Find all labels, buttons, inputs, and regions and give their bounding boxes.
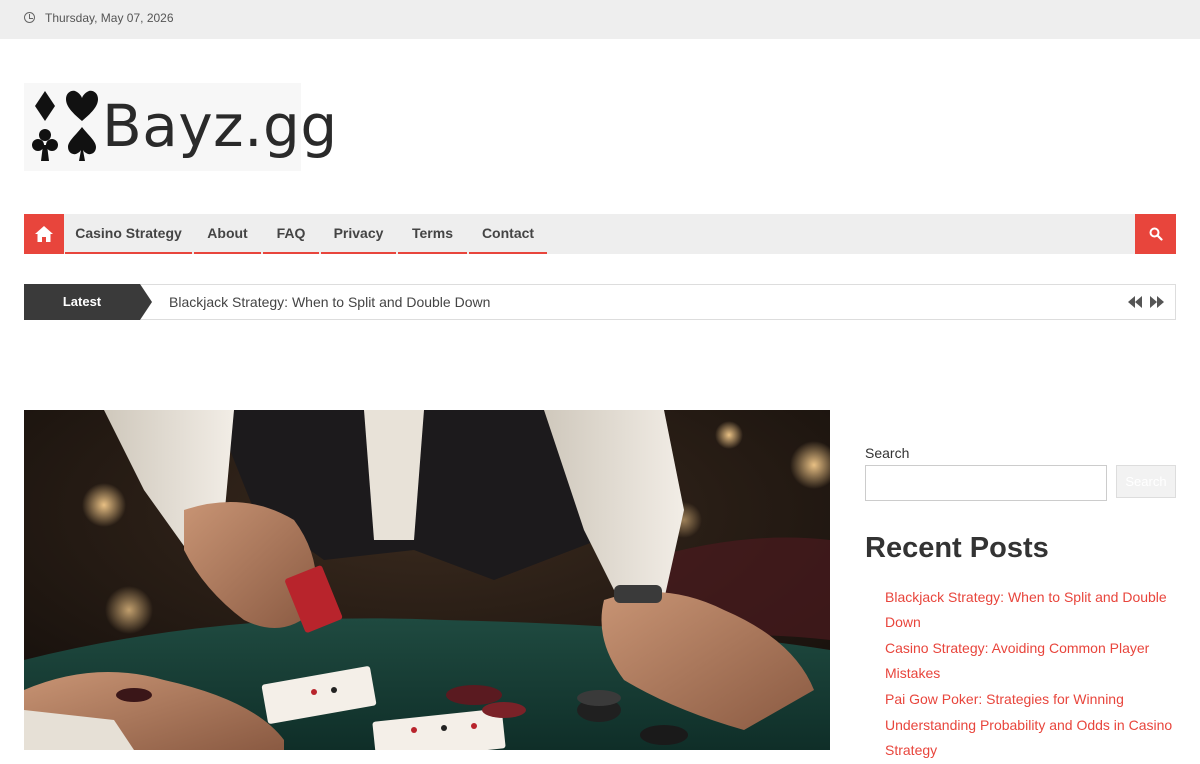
recent-post-link[interactable]: Pai Gow Poker: Strategies for Winning	[885, 687, 1176, 712]
fast-forward-icon[interactable]	[1149, 295, 1165, 309]
latest-ticker: Latest Blackjack Strategy: When to Split…	[24, 284, 1176, 320]
home-button[interactable]	[24, 214, 64, 254]
rewind-icon[interactable]	[1127, 295, 1143, 309]
search-submit-button[interactable]: Search	[1116, 465, 1176, 498]
logo-text: Bayz.gg	[102, 92, 338, 160]
search-toggle-button[interactable]	[1135, 214, 1176, 254]
search-icon	[1149, 227, 1163, 241]
recent-post-link[interactable]: Blackjack Strategy: When to Split and Do…	[885, 585, 1176, 635]
recent-post-link[interactable]: Casino Strategy: Avoiding Common Player …	[885, 636, 1176, 686]
search-input[interactable]	[865, 465, 1107, 501]
clock-icon	[24, 12, 35, 23]
nav-casino-strategy[interactable]: Casino Strategy	[65, 214, 192, 254]
site-logo[interactable]: Bayz.gg	[24, 83, 337, 171]
nav-faq[interactable]: FAQ	[263, 214, 319, 254]
current-date: Thursday, May 07, 2026	[45, 11, 174, 25]
nav-privacy[interactable]: Privacy	[321, 214, 396, 254]
nav-about[interactable]: About	[194, 214, 261, 254]
ticker-headline-link[interactable]: Blackjack Strategy: When to Split and Do…	[169, 285, 490, 319]
nav-contact[interactable]: Contact	[469, 214, 547, 254]
ticker-label: Latest	[24, 284, 140, 320]
featured-post-image[interactable]	[24, 410, 830, 750]
main-navigation: Casino Strategy About FAQ Privacy Terms …	[24, 214, 1176, 254]
recent-posts-list: Blackjack Strategy: When to Split and Do…	[885, 585, 1176, 764]
ticker-label-arrow	[140, 284, 152, 320]
card-suits-logo-icon	[32, 90, 98, 161]
home-icon	[35, 226, 53, 242]
search-label: Search	[865, 445, 910, 461]
nav-terms[interactable]: Terms	[398, 214, 467, 254]
recent-post-link[interactable]: Understanding Probability and Odds in Ca…	[885, 713, 1176, 763]
top-bar: Thursday, May 07, 2026	[0, 0, 1200, 39]
recent-posts-heading: Recent Posts	[865, 532, 1049, 564]
casino-dealer-cards-photo	[24, 410, 830, 750]
